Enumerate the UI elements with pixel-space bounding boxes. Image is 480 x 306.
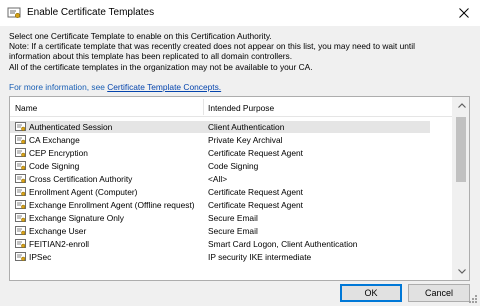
intended-purpose: Private Key Archival [208, 135, 283, 145]
certificate-template-icon [15, 148, 26, 157]
description-line: Select one Certificate Template to enabl… [9, 31, 272, 41]
certificate-template-icon [15, 174, 26, 183]
intended-purpose: Code Signing [208, 161, 259, 171]
intended-purpose: Certificate Request Agent [208, 200, 303, 210]
intended-purpose: IP security IKE intermediate [208, 252, 312, 262]
list-row[interactable]: Cross Certification Authority <All> [10, 173, 430, 185]
column-header-name[interactable]: Name [15, 103, 37, 113]
description-line: Note: If a certificate template that was… [9, 41, 415, 52]
vertical-scrollbar[interactable] [452, 97, 469, 280]
intended-purpose: Certificate Request Agent [208, 148, 303, 158]
description-line: information about this template has been… [9, 51, 293, 62]
template-name: Enrollment Agent (Computer) [29, 187, 138, 197]
scroll-up-icon [457, 103, 466, 108]
list-row[interactable]: Exchange User Secure Email [10, 225, 430, 237]
certificate-template-icon [15, 226, 26, 235]
intended-purpose: Secure Email [208, 213, 258, 223]
template-name: Cross Certification Authority [29, 174, 133, 184]
scroll-down-icon [457, 269, 466, 274]
certificate-icon [7, 7, 21, 19]
column-divider[interactable] [203, 99, 204, 115]
column-header-intended-purpose[interactable]: Intended Purpose [208, 103, 274, 113]
description-line: All of the certificate templates in the … [9, 61, 313, 72]
title-bar: Enable Certificate Templates [0, 0, 480, 26]
intended-purpose: Client Authentication [208, 122, 285, 132]
certificate-template-icon [15, 135, 26, 144]
list-row[interactable]: Exchange Signature Only Secure Email [10, 212, 430, 224]
list-row[interactable]: IPSec IP security IKE intermediate [10, 251, 430, 263]
certificate-template-concepts-link[interactable]: Certificate Template Concepts. [107, 82, 221, 92]
more-information-line: For more information, see Certificate Te… [9, 82, 221, 92]
certificate-template-icon [15, 200, 26, 209]
template-name: Exchange User [29, 226, 87, 236]
cancel-button[interactable]: Cancel [408, 284, 470, 302]
scroll-down-button[interactable] [453, 263, 469, 280]
list-row[interactable]: Authenticated Session Client Authenticati… [10, 121, 430, 133]
certificate-template-icon [15, 122, 26, 131]
certificate-template-icon [15, 239, 26, 248]
info-prefix: For more information, see [9, 82, 105, 92]
scroll-thumb[interactable] [456, 117, 466, 182]
template-name: Exchange Enrollment Agent (Offline reque… [29, 200, 195, 210]
template-name: Authenticated Session [29, 122, 113, 132]
enable-certificate-templates-dialog: Enable Certificate Templates Select one … [0, 0, 480, 306]
certificate-template-icon [15, 187, 26, 196]
resize-grip-icon[interactable] [468, 294, 478, 304]
list-row[interactable]: Enrollment Agent (Computer) Certificate R… [10, 186, 430, 198]
intended-purpose: <All> [208, 174, 228, 184]
intended-purpose: Smart Card Logon, Client Authentication [208, 239, 358, 249]
template-name: CA Exchange [29, 135, 80, 145]
certificate-template-icon [15, 213, 26, 222]
list-header: Name Intended Purpose [10, 97, 453, 117]
certificate-templates-list[interactable]: Name Intended Purpose Authenticated Sess… [9, 96, 470, 281]
template-name: IPSec [29, 252, 52, 262]
list-row[interactable]: CEP Encryption Certificate Request Agent [10, 147, 430, 159]
close-button[interactable] [448, 0, 480, 26]
template-name: FEITIAN2-enroll [29, 239, 90, 249]
template-name: Code Signing [29, 161, 80, 171]
intended-purpose: Certificate Request Agent [208, 187, 303, 197]
intended-purpose: Secure Email [208, 226, 258, 236]
window-title: Enable Certificate Templates [27, 7, 155, 18]
certificate-template-icon [15, 252, 26, 261]
description-text: Select one Certificate Template to enabl… [9, 31, 474, 72]
list-row[interactable]: CA Exchange Private Key Archival [10, 134, 430, 146]
list-row[interactable]: FEITIAN2-enroll Smart Card Logon, Client … [10, 238, 430, 250]
ok-button[interactable]: OK [340, 284, 402, 302]
list-row[interactable]: Exchange Enrollment Agent (Offline reque… [10, 199, 430, 211]
close-icon [459, 8, 469, 18]
scroll-up-button[interactable] [453, 97, 469, 114]
template-name: Exchange Signature Only [29, 213, 124, 223]
template-name: CEP Encryption [29, 148, 88, 158]
list-row[interactable]: Code Signing Code Signing [10, 160, 430, 172]
certificate-template-icon [15, 161, 26, 170]
